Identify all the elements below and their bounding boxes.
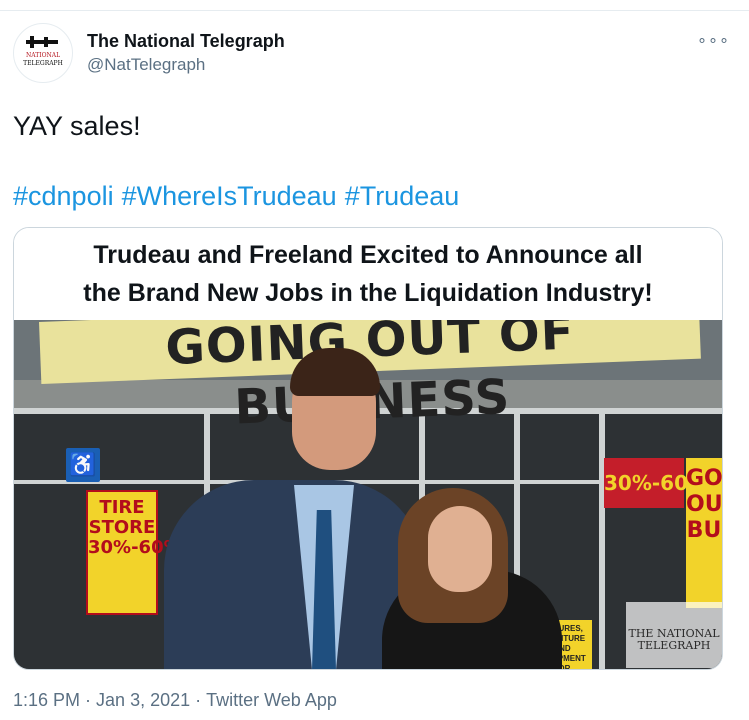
wheelchair-icon: ♿ [66,448,100,482]
author-handle[interactable]: @NatTelegraph [87,55,205,75]
meta-separator: · [195,690,202,710]
top-divider [0,10,749,11]
more-options-icon[interactable]: ∘∘∘ [697,30,730,50]
author-name[interactable]: The National Telegraph [87,31,285,52]
media-headline: Trudeau and Freeland Excited to Announce… [14,228,722,320]
going-sign: GO OU BU [686,458,722,608]
avatar[interactable]: NATIONAL TELEGRAPH [13,23,73,83]
avatar-logo: NATIONAL TELEGRAPH [23,36,63,67]
window-frame [599,408,605,669]
percent-off-sign: 30%-60% [604,458,708,508]
tweet-text: YAY sales! [13,111,141,141]
person-face [428,506,492,592]
hashtag-link[interactable]: #WhereIsTrudeau [122,181,337,211]
tweet-source[interactable]: Twitter Web App [206,690,337,710]
svg-text:TELEGRAPH: TELEGRAPH [23,60,63,67]
svg-text:NATIONAL: NATIONAL [26,52,60,59]
watermark-logo: THE NATIONAL TELEGRAPH [626,602,722,668]
tweet-time[interactable]: 1:16 PM [13,690,80,710]
tweet-timestamp: 1:16 PM · Jan 3, 2021 · Twitter Web App [13,690,342,711]
hashtag-link[interactable]: #Trudeau [345,181,460,211]
hashtag-link[interactable]: #cdnpoli [13,181,114,211]
media-photo: GOING OUT OF BUSINESS ♿ TIRE STORE 30%-6… [14,320,722,669]
hashtag-list: #cdnpoli #WhereIsTrudeau #Trudeau [13,180,467,212]
tire-store-sign: TIRE STORE 30%-60% [86,490,182,615]
meta-separator: · [85,690,92,710]
tweet-date[interactable]: Jan 3, 2021 [96,690,190,710]
tweet-media[interactable]: Trudeau and Freeland Excited to Announce… [13,227,723,670]
headline-line: Trudeau and Freeland Excited to Announce… [93,241,643,269]
headline-line: the Brand New Jobs in the Liquidation In… [83,279,653,307]
